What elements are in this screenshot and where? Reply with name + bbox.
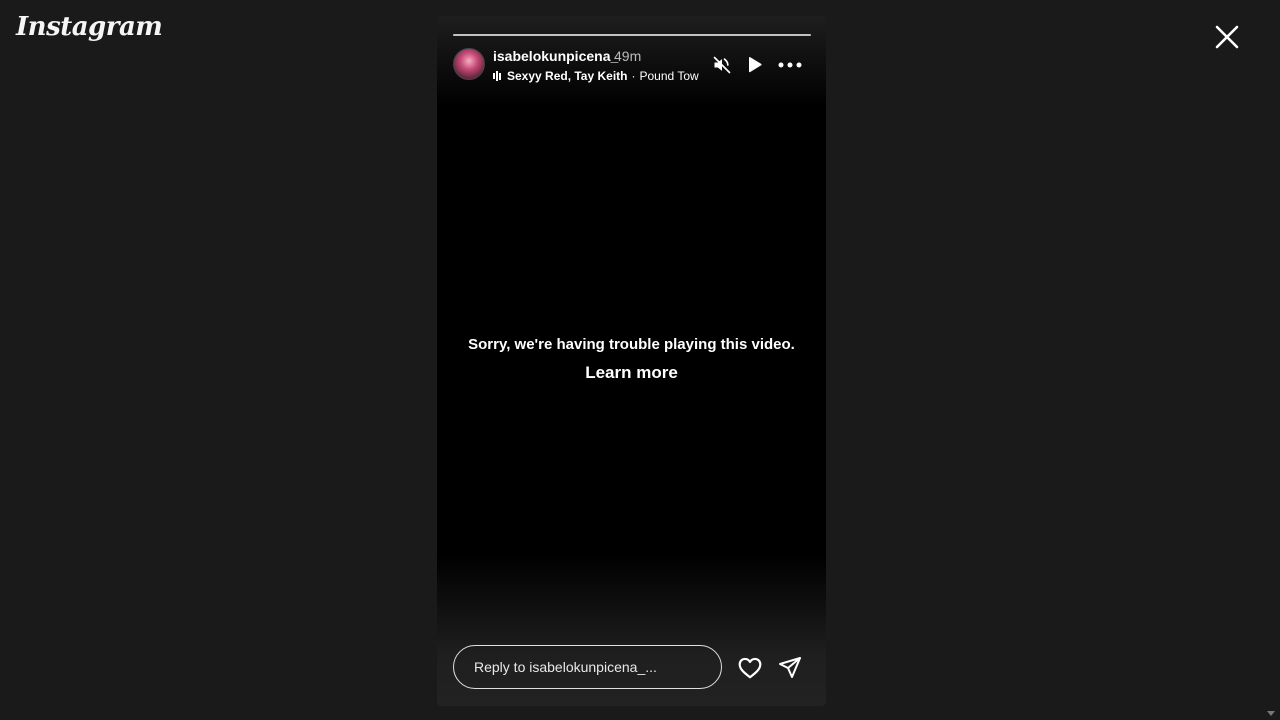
scroll-down-arrow-icon[interactable] [1267,711,1275,716]
avatar[interactable] [453,48,485,80]
close-button[interactable] [1212,22,1242,52]
story-username[interactable]: isabelokunpicena_ [493,48,618,64]
audio-bars-icon [493,71,501,81]
story-time-ago: 49m [614,48,642,64]
reply-input[interactable] [453,645,722,689]
more-horizontal-icon [778,62,802,68]
speaker-muted-icon [713,56,731,74]
music-track: Pound Town 2 [639,69,700,83]
music-separator: · [631,69,636,83]
mute-button[interactable] [711,54,733,76]
paper-plane-icon [779,657,801,678]
learn-more-link[interactable]: Learn more [437,363,826,383]
heart-icon [738,657,762,679]
music-attribution[interactable]: Sexyy Red, Tay Keith · Pound Town 2 [493,68,699,84]
more-options-button[interactable] [777,54,803,76]
play-button[interactable] [744,54,766,76]
story-progress-bar [453,34,811,36]
close-icon [1215,25,1239,49]
story-progress-fill [453,34,811,36]
like-button[interactable] [737,655,763,681]
share-button[interactable] [778,655,804,681]
play-icon [749,56,762,73]
video-error-message: Sorry, we're having trouble playing this… [468,336,795,353]
page-scrollbar[interactable] [1263,0,1280,720]
instagram-logo[interactable]: Instagram [16,12,163,42]
story-viewer: isabelokunpicena_ 49m Sexyy Red, Tay Kei… [437,16,826,706]
music-artists: Sexyy Red, Tay Keith [507,69,628,83]
